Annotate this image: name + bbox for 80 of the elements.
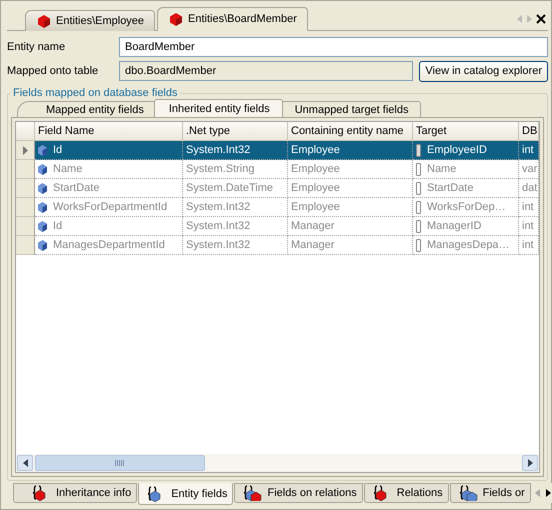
table-cell: int (519, 217, 539, 236)
table-cell: Employee (288, 179, 413, 198)
table-cell: dat (519, 179, 539, 198)
table-cell: Manager (288, 236, 413, 255)
table-cell: int (519, 198, 539, 217)
close-icon[interactable] (536, 14, 546, 24)
bottom-tab[interactable]: Entity fields (138, 483, 234, 505)
field-icon (38, 220, 47, 232)
row-header[interactable] (16, 217, 35, 236)
table-cell: ManagesDepartmentId (35, 236, 183, 255)
table-cell: ManagerID (413, 217, 519, 236)
entity-name-field[interactable]: BoardMember (119, 37, 548, 57)
cube-icon (170, 12, 182, 26)
table-cell: WorksForDepartmentId (35, 198, 183, 217)
column-icon (416, 162, 421, 176)
table-cell: var (519, 160, 539, 179)
horizontal-scrollbar[interactable] (16, 454, 539, 472)
table-cell: EmployeeID (413, 141, 519, 160)
column-icon (416, 200, 421, 214)
table-cell: StartDate (35, 179, 183, 198)
table-cell: System.Int32 (183, 198, 288, 217)
field-icon (38, 240, 47, 250)
table-cell: Employee (288, 198, 413, 217)
table-cell: System.DateTime (183, 179, 288, 198)
corner-header (16, 122, 35, 141)
table-cell: WorksForDep… (413, 198, 519, 217)
scroll-right-icon[interactable] (526, 458, 534, 468)
field-label: Mapped onto table (7, 65, 100, 77)
table-cell: Id (35, 217, 183, 236)
table-cell: int (519, 236, 539, 255)
tab[interactable]: Mapped entity fields (17, 101, 157, 117)
field-icon (38, 144, 47, 156)
row-header[interactable] (16, 236, 35, 255)
table-cell: Manager (288, 217, 413, 236)
bottom-tab[interactable]: Relations (364, 483, 449, 503)
tab[interactable]: Inherited entity fields (154, 99, 283, 117)
table-cell: System.Int32 (183, 236, 288, 255)
table-cell: ManagesDepa… (413, 236, 519, 255)
column-icon (416, 238, 421, 252)
current-row-icon (22, 146, 28, 154)
row-header[interactable] (16, 198, 35, 217)
column-header[interactable]: Field Name (35, 122, 183, 141)
field-icon (38, 164, 47, 174)
document-tab[interactable]: Entities\BoardMember (157, 7, 308, 31)
table-cell: Id (35, 141, 183, 160)
row-header[interactable] (16, 141, 35, 160)
row-header[interactable] (16, 160, 35, 179)
table-cell: System.String (183, 160, 288, 179)
catalog-explorer-button[interactable]: View in catalog explorer (419, 60, 548, 82)
column-icon (416, 182, 421, 194)
field-icon (38, 182, 47, 194)
field-label: Entity name (7, 41, 66, 53)
table-cell: int (519, 141, 539, 160)
table-cell: StartDate (413, 179, 519, 198)
column-header[interactable]: .Net type (183, 122, 288, 141)
column-header[interactable]: Containing entity name (288, 122, 413, 141)
scroll-right-icon[interactable] (544, 488, 552, 498)
group-title: Fields mapped on database fields (12, 87, 178, 99)
table-cell: Employee (288, 141, 413, 160)
column-icon (416, 144, 421, 156)
bottom-tab[interactable]: Fields on relations (234, 483, 363, 503)
bottom-tab[interactable]: Inheritance info (13, 483, 138, 503)
bottom-tab[interactable]: Fields or (450, 483, 531, 503)
braces-cube-icon (243, 485, 264, 501)
field-icon (38, 202, 47, 212)
table-cell: Name (35, 160, 183, 179)
table-cell: System.Int32 (183, 217, 288, 236)
braces-cube-icon (458, 485, 479, 501)
column-icon (416, 220, 421, 232)
scroll-left-icon[interactable] (22, 458, 28, 468)
document-tab[interactable]: Entities\Employee (25, 10, 156, 31)
table-cell: Name (413, 160, 519, 179)
table-cell: System.Int32 (183, 141, 288, 160)
row-header[interactable] (16, 179, 35, 198)
cube-icon (38, 14, 50, 28)
table-cell: Employee (288, 160, 413, 179)
grip-icon (115, 460, 125, 466)
mapped-table-field[interactable]: dbo.BoardMember (119, 61, 414, 81)
column-header[interactable]: Target (413, 122, 519, 141)
column-header[interactable]: DB (519, 122, 539, 141)
